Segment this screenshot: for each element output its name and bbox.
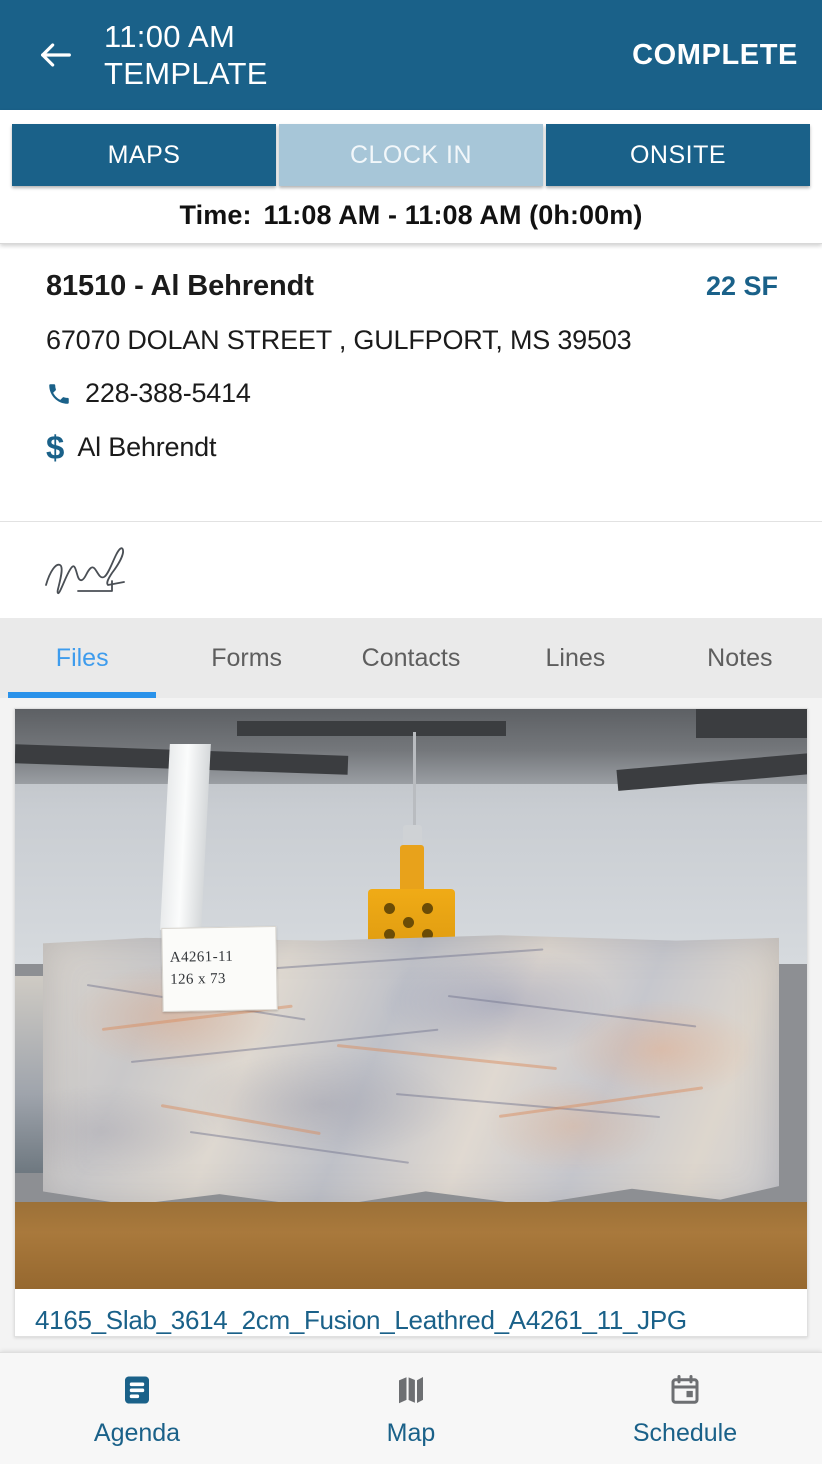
- job-billing-row: $ Al Behrendt: [46, 431, 778, 464]
- map-icon: [393, 1370, 429, 1410]
- back-icon[interactable]: [34, 33, 78, 77]
- customer-signature: [45, 547, 125, 595]
- photo-stone-slab: [42, 935, 780, 1208]
- nav-label-schedule: Schedule: [632, 1418, 738, 1447]
- agenda-icon: [119, 1370, 155, 1410]
- job-address: 67070 DOLAN STREET , GULFPORT, MS 39503: [46, 325, 632, 355]
- photo-floor: [15, 1202, 807, 1289]
- photo-clamp-arm: [399, 845, 424, 892]
- bottom-navigation: Agenda Map Schedule: [0, 1352, 822, 1464]
- calendar-icon: [667, 1370, 703, 1410]
- tab-notes[interactable]: Notes: [658, 618, 822, 698]
- photo-beam: [236, 720, 507, 736]
- tab-forms[interactable]: Forms: [164, 618, 328, 698]
- action-bar: MAPS CLOCK IN ONSITE Time: 11:08 AM - 11:…: [0, 110, 822, 244]
- signature-area[interactable]: [0, 522, 822, 618]
- nav-item-schedule[interactable]: Schedule: [548, 1353, 822, 1464]
- tab-lines-label: Lines: [545, 643, 606, 672]
- maps-button[interactable]: MAPS: [12, 124, 276, 186]
- onsite-button[interactable]: ONSITE: [546, 124, 810, 186]
- phone-icon: [46, 381, 72, 407]
- job-phone: 228-388-5414: [85, 378, 251, 408]
- clock-in-button[interactable]: CLOCK IN: [279, 124, 543, 186]
- page-title-type: TEMPLATE: [104, 56, 268, 91]
- nav-item-map[interactable]: Map: [274, 1353, 548, 1464]
- job-detail-card: 81510 - Al Behrendt 22 SF 67070 DOLAN ST…: [0, 244, 822, 522]
- slab-tag-line2: 126 x 73: [169, 970, 226, 988]
- slab-photo[interactable]: A4261-11 126 x 73: [15, 709, 807, 1289]
- files-pane: A4261-11 126 x 73 4165_Slab_3614_2cm_Fus…: [0, 698, 822, 1464]
- job-square-feet: 22 SF: [705, 271, 778, 301]
- tab-notes-label: Notes: [707, 643, 773, 672]
- job-phone-row[interactable]: 228-388-5414: [46, 378, 778, 409]
- detail-tab-bar: Files Forms Contacts Lines Notes: [0, 618, 822, 698]
- complete-button[interactable]: COMPLETE: [632, 39, 798, 72]
- app-root: 11:00 AM TEMPLATE COMPLETE MAPS CLOCK IN…: [0, 0, 822, 1464]
- dollar-icon: $: [46, 429, 65, 466]
- page-title: 11:00 AM TEMPLATE: [104, 18, 268, 92]
- tab-contacts-label: Contacts: [361, 643, 461, 672]
- tab-files[interactable]: Files: [0, 618, 164, 698]
- job-billing-contact: Al Behrendt: [77, 432, 217, 462]
- nav-label-agenda: Agenda: [93, 1418, 181, 1447]
- nav-label-map: Map: [386, 1418, 436, 1447]
- time-label: Time:: [179, 200, 252, 230]
- slab-tag-line1: A4261-11: [169, 948, 233, 966]
- tab-forms-label: Forms: [211, 643, 283, 672]
- slab-id-tag: A4261-11 126 x 73: [160, 925, 278, 1012]
- job-header-row: 81510 - Al Behrendt 22 SF: [46, 270, 778, 303]
- file-list-item[interactable]: A4261-11 126 x 73 4165_Slab_3614_2cm_Fus…: [14, 708, 808, 1337]
- tab-contacts[interactable]: Contacts: [329, 618, 493, 698]
- photo-beam: [696, 709, 807, 738]
- file-name[interactable]: 4165_Slab_3614_2cm_Fusion_Leathred_A4261…: [15, 1289, 807, 1336]
- action-button-row: MAPS CLOCK IN ONSITE: [0, 124, 822, 186]
- nav-item-agenda[interactable]: Agenda: [0, 1353, 274, 1464]
- app-header: 11:00 AM TEMPLATE COMPLETE: [0, 0, 822, 110]
- time-summary: Time: 11:08 AM - 11:08 AM (0h:00m): [0, 186, 822, 231]
- tab-files-label: Files: [55, 643, 109, 672]
- tab-lines[interactable]: Lines: [493, 618, 657, 698]
- time-value: 11:08 AM - 11:08 AM (0h:00m): [263, 200, 643, 230]
- page-title-time: 11:00 AM: [104, 19, 236, 54]
- job-title: 81510 - Al Behrendt: [46, 270, 314, 302]
- photo-hoist-cable: [413, 732, 417, 831]
